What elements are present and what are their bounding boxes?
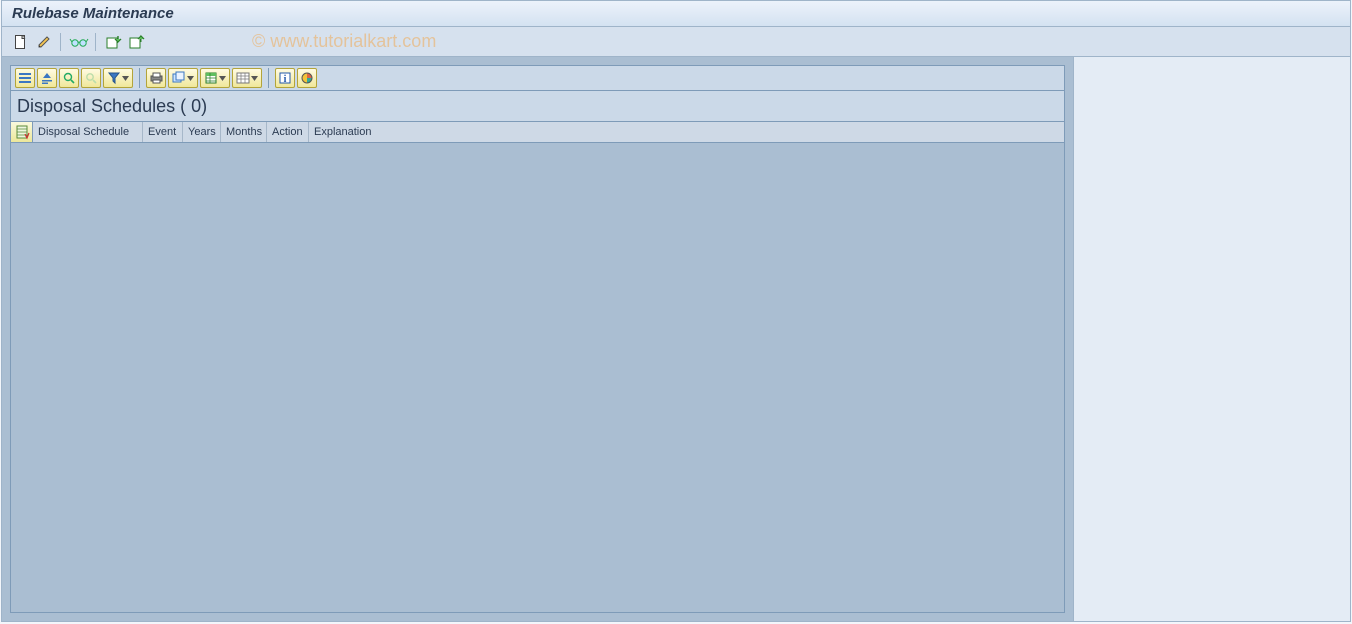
right-empty-pane (1074, 57, 1350, 621)
info-button[interactable]: i (275, 68, 295, 88)
details-button[interactable] (15, 68, 35, 88)
alv-toolbar-wrap: i (2, 57, 1073, 91)
grid-column-headers: Disposal Schedule Event Years Months Act… (10, 121, 1065, 143)
export-xls-button[interactable] (200, 68, 230, 88)
print-button[interactable] (146, 68, 166, 88)
views-icon (173, 72, 185, 84)
select-all-icon (16, 125, 28, 139)
find-icon (63, 72, 75, 84)
alv-toolbar: i (10, 65, 1065, 91)
import-icon (106, 34, 122, 50)
col-event[interactable]: Event (143, 122, 183, 142)
alv-separator (268, 68, 269, 88)
filter-icon (108, 72, 120, 84)
toolbar-separator (60, 33, 61, 51)
details-icon (19, 72, 31, 84)
print-icon (150, 72, 163, 84)
chart-pie-icon (301, 72, 313, 84)
col-disposal-schedule[interactable]: Disposal Schedule (33, 122, 143, 142)
filter-button[interactable] (103, 68, 133, 88)
content-area: i Disposal Schedules ( 0) (2, 57, 1350, 621)
views-button[interactable] (168, 68, 198, 88)
alv-separator (139, 68, 140, 88)
col-months[interactable]: Months (221, 122, 267, 142)
sort-asc-icon (41, 72, 53, 84)
col-years[interactable]: Years (183, 122, 221, 142)
import-button[interactable] (103, 32, 125, 52)
svg-text:i: i (284, 74, 287, 85)
find-next-icon (85, 72, 97, 84)
find-next-button[interactable] (81, 68, 101, 88)
export-button[interactable] (126, 32, 148, 52)
grid-title: Disposal Schedules ( 0) (10, 91, 1065, 121)
export-xls-icon (205, 72, 217, 84)
graphic-button[interactable] (297, 68, 317, 88)
pencil-icon (37, 35, 51, 49)
chevron-down-icon (219, 76, 226, 81)
layout-icon (237, 72, 249, 84)
glasses-icon (70, 36, 88, 48)
grid-title-text: Disposal Schedules ( 0) (17, 96, 207, 117)
chevron-down-icon (187, 76, 194, 81)
watermark-text: © www.tutorialkart.com (252, 31, 436, 52)
col-action[interactable]: Action (267, 122, 309, 142)
toolbar-separator (95, 33, 96, 51)
change-button[interactable] (33, 32, 55, 52)
layout-button[interactable] (232, 68, 262, 88)
sort-asc-button[interactable] (37, 68, 57, 88)
application-toolbar: © www.tutorialkart.com (2, 27, 1350, 57)
create-button[interactable] (10, 32, 32, 52)
export-icon (129, 34, 145, 50)
info-icon: i (279, 72, 291, 84)
chevron-down-icon (251, 76, 258, 81)
display-button[interactable] (68, 32, 90, 52)
col-explanation[interactable]: Explanation (309, 122, 379, 142)
document-new-icon (14, 34, 28, 50)
chevron-down-icon (122, 76, 129, 81)
grid-body-empty[interactable] (10, 143, 1065, 613)
title-bar: Rulebase Maintenance (2, 1, 1350, 27)
page-title: Rulebase Maintenance (12, 5, 174, 22)
app-window: Rulebase Maintenance (1, 0, 1351, 622)
select-all-handle[interactable] (11, 122, 33, 142)
grid-panel: i Disposal Schedules ( 0) (2, 57, 1074, 621)
find-button[interactable] (59, 68, 79, 88)
